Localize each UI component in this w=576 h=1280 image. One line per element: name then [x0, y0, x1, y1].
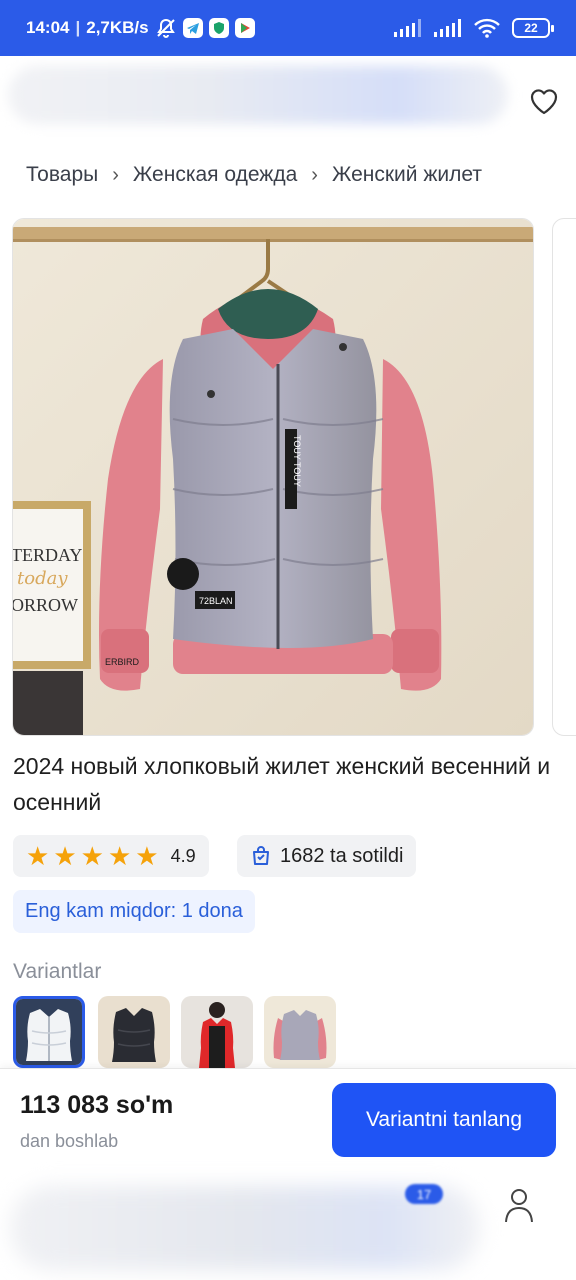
search-bar[interactable] [8, 66, 508, 124]
strap-text: TOUY TOUY [292, 435, 302, 487]
star-icon: ★ [26, 841, 50, 871]
cuff-text: ERBIRD [105, 657, 140, 667]
star-icon: ★ [80, 841, 104, 871]
bottom-nav: 17 [0, 1172, 576, 1280]
variant-image [16, 999, 82, 1065]
battery-icon: 22 [512, 18, 554, 38]
status-bar: 14:04 | 2,7KB/s 22 [0, 0, 576, 56]
product-title: 2024 новый хлопковый жилет женский весен… [13, 753, 551, 815]
variant-thumb-red[interactable] [181, 996, 253, 1068]
poster-text-3: ORROW [13, 595, 78, 615]
breadcrumb-item[interactable]: Товары [26, 163, 98, 187]
price: 113 083 so'm [20, 1091, 174, 1119]
heart-icon[interactable] [527, 84, 561, 118]
star-icon: ★ [135, 841, 159, 871]
product-photo-illustration: TERDAY today ORROW TOUY TOUY 72BLAN ERBI… [13, 219, 533, 735]
variant-thumb-black[interactable] [98, 996, 170, 1068]
network-speed: 2,7KB/s [86, 18, 149, 37]
min-order-text: Eng kam miqdor: 1 dona [25, 900, 243, 922]
rating-chip[interactable]: ★ ★ ★ ★ ★ 4.9 [13, 835, 209, 877]
status-right: 22 [394, 18, 554, 38]
star-icon: ★ [53, 841, 77, 871]
status-divider: | [75, 18, 81, 37]
profile-icon[interactable] [504, 1188, 534, 1222]
wifi-icon [474, 18, 500, 38]
top-header [0, 56, 576, 144]
shopping-bag-icon [253, 846, 269, 865]
variant-image [264, 996, 336, 1068]
telegram-icon [182, 18, 203, 38]
rating-value: 4.9 [170, 845, 196, 866]
select-variant-button[interactable]: Variantni tanlang [332, 1083, 556, 1157]
price-from-label: dan boshlab [20, 1131, 119, 1151]
star-icon: ★ [107, 841, 132, 871]
chevron-right-icon: › [311, 163, 318, 186]
breadcrumb-item[interactable]: Женская одежда [133, 163, 297, 187]
battery-level: 22 [524, 21, 538, 35]
product-image[interactable]: TERDAY today ORROW TOUY TOUY 72BLAN ERBI… [12, 218, 534, 736]
variant-image [98, 996, 170, 1068]
status-time: 14:04 [26, 18, 70, 37]
sold-count-chip: 1682 ta sotildi [237, 835, 417, 877]
variant-image [181, 996, 253, 1068]
variant-thumb-white[interactable] [13, 996, 85, 1068]
variants-label: Variantlar [13, 960, 102, 983]
breadcrumb: Товары › Женская одежда › Женский жилет [26, 163, 482, 187]
signal-icon [394, 19, 421, 37]
patch-text: 72BLAN [199, 596, 233, 606]
vpn-shield-icon [208, 18, 229, 38]
chevron-right-icon: › [112, 163, 119, 186]
poster-text-1: TERDAY [13, 545, 82, 565]
min-order-badge: Eng kam miqdor: 1 dona [13, 890, 255, 933]
status-left: 14:04 | 2,7KB/s [26, 17, 255, 39]
purchase-bar: 113 083 so'm dan boshlab Variantni tanla… [0, 1068, 576, 1172]
signal-icon-2 [434, 19, 461, 37]
variant-thumb-grey-pink[interactable] [264, 996, 336, 1068]
poster-text-2: today [17, 568, 68, 589]
mute-bell-icon [156, 18, 175, 38]
sold-count: 1682 ta sotildi [280, 844, 404, 867]
cart-badge: 17 [405, 1184, 443, 1204]
next-image-preview[interactable] [552, 218, 576, 736]
breadcrumb-item[interactable]: Женский жилет [332, 163, 482, 187]
play-store-icon [234, 18, 255, 38]
